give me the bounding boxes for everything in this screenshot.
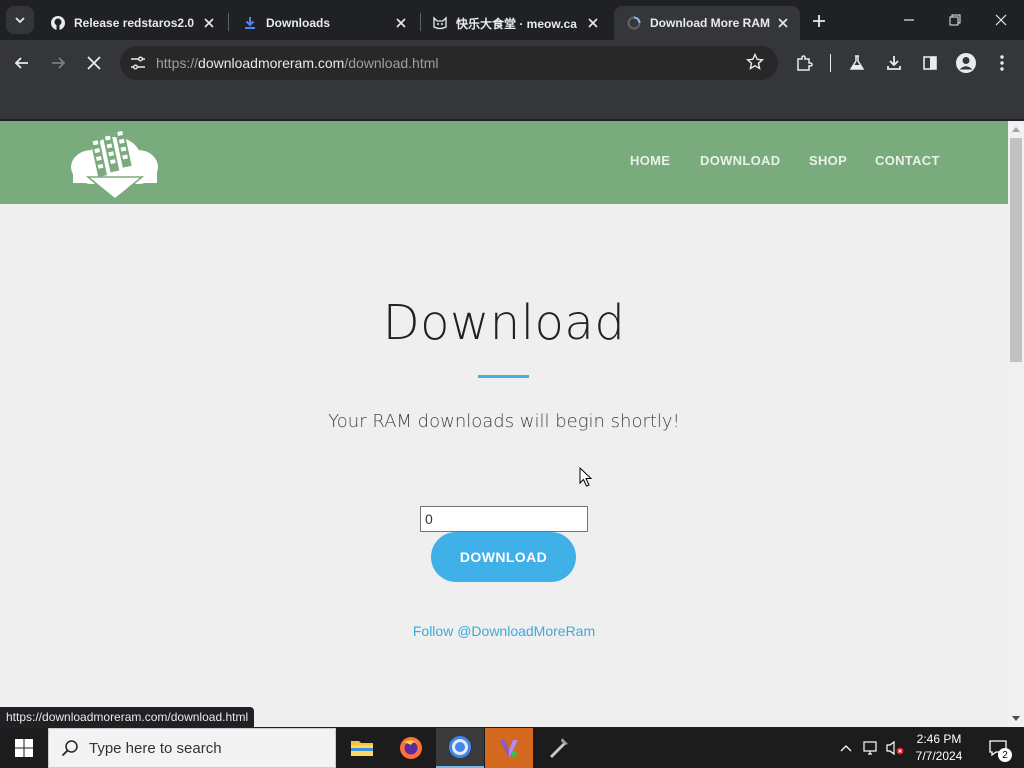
link-status-bubble: https://downloadmoreram.com/download.htm… — [0, 707, 255, 727]
clock-time: 2:46 PM — [916, 732, 962, 746]
search-icon — [61, 740, 78, 757]
network-icon[interactable] — [860, 728, 882, 768]
labs-flask-icon[interactable] — [843, 49, 871, 77]
scrollbar-thumb[interactable] — [1010, 138, 1022, 362]
tab-title: Download More RAM — [650, 16, 770, 30]
address-bar[interactable]: https://downloadmoreram.com/download.htm… — [120, 46, 778, 80]
visual-studio-icon[interactable] — [485, 728, 533, 768]
ram-cloud-logo[interactable] — [70, 125, 160, 201]
minimize-icon — [904, 19, 914, 21]
nav-home[interactable]: HOME — [630, 153, 670, 168]
downloads-toolbar-icon[interactable] — [880, 49, 908, 77]
minimize-button[interactable] — [886, 0, 932, 40]
close-icon[interactable] — [772, 12, 794, 34]
scroll-down-icon — [1012, 716, 1020, 721]
github-icon — [50, 15, 66, 31]
notification-count-badge: 2 — [998, 748, 1012, 762]
system-clock[interactable]: 2:46 PM 7/7/2024 — [902, 731, 976, 765]
mouse-cursor-icon — [579, 467, 593, 487]
search-placeholder: Type here to search — [89, 739, 222, 757]
arrow-left-icon — [14, 57, 28, 69]
tab-title: Release redstaros2.0 · — [74, 16, 198, 30]
stop-loading-button[interactable] — [80, 49, 108, 77]
site-header: HOME DOWNLOAD SHOP CONTACT — [0, 121, 1008, 204]
nav-download[interactable]: DOWNLOAD — [700, 153, 780, 168]
file-explorer-icon[interactable] — [338, 728, 386, 768]
bookmark-star-icon[interactable] — [745, 52, 765, 76]
firefox-icon[interactable] — [387, 728, 435, 768]
follow-link[interactable]: Follow @DownloadMoreRam — [0, 623, 1008, 639]
cat-icon — [432, 15, 448, 31]
download-button[interactable]: DOWNLOAD — [431, 532, 576, 582]
page-viewport: HOME DOWNLOAD SHOP CONTACT Download Your… — [0, 121, 1008, 727]
restore-icon — [949, 14, 961, 26]
close-icon — [995, 14, 1007, 26]
loading-icon — [626, 15, 642, 31]
tab-meow[interactable]: 快乐大食堂 · meow.ca — [420, 6, 610, 40]
url-text: https://downloadmoreram.com/download.htm… — [156, 55, 439, 71]
notification-center-button[interactable]: 2 — [978, 728, 1018, 768]
forward-button[interactable] — [44, 49, 72, 77]
close-window-button[interactable] — [978, 0, 1024, 40]
toolbar-divider — [830, 54, 831, 72]
start-button[interactable] — [0, 728, 48, 768]
new-tab-button[interactable] — [806, 8, 832, 34]
app-icon[interactable] — [534, 728, 582, 768]
tab-downloads[interactable]: Downloads — [230, 6, 418, 40]
site-info-icon[interactable] — [128, 53, 148, 73]
side-panel-icon[interactable] — [916, 49, 944, 77]
download-message: Your RAM downloads will begin shortly! — [328, 411, 680, 432]
bookmarks-bar — [0, 86, 1024, 120]
back-button[interactable] — [8, 49, 36, 77]
tab-search-button[interactable] — [6, 6, 34, 34]
page-title: Download — [382, 295, 626, 351]
clock-date: 7/7/2024 — [915, 749, 963, 763]
arrow-right-icon — [52, 57, 66, 69]
chrome-icon[interactable] — [436, 728, 484, 768]
extensions-icon[interactable] — [790, 49, 818, 77]
close-icon — [87, 56, 101, 70]
close-icon[interactable] — [582, 12, 604, 34]
profile-avatar-icon[interactable] — [952, 49, 980, 77]
nav-contact[interactable]: CONTACT — [875, 153, 940, 168]
plus-icon — [813, 15, 825, 27]
taskbar-search-box[interactable]: Type here to search — [48, 728, 336, 768]
tab-download-more-ram[interactable]: Download More RAM — [614, 6, 800, 40]
ram-amount-input[interactable] — [420, 506, 588, 532]
close-icon[interactable] — [198, 12, 220, 34]
nav-shop[interactable]: SHOP — [809, 153, 847, 168]
windows-logo-icon — [15, 739, 33, 757]
browser-toolbar: https://downloadmoreram.com/download.htm… — [0, 40, 1024, 86]
tab-title: 快乐大食堂 · meow.ca — [456, 16, 577, 31]
tab-release-redstaros[interactable]: Release redstaros2.0 · — [38, 6, 226, 40]
tray-overflow-icon[interactable] — [836, 728, 856, 768]
download-icon — [242, 15, 258, 31]
tab-title: Downloads — [266, 16, 331, 30]
menu-kebab-icon[interactable] — [988, 49, 1016, 77]
close-icon[interactable] — [390, 12, 412, 34]
tab-strip: Release redstaros2.0 · Downloads 快乐大食堂 ·… — [0, 0, 1024, 40]
windows-taskbar: Type here to search 2:46 PM 7/7/2024 2 — [0, 728, 1024, 768]
tab-separator — [228, 13, 229, 31]
scroll-up-icon — [1012, 127, 1020, 132]
restore-button[interactable] — [932, 0, 978, 40]
chevron-down-icon — [15, 17, 25, 24]
title-underline — [478, 375, 529, 378]
